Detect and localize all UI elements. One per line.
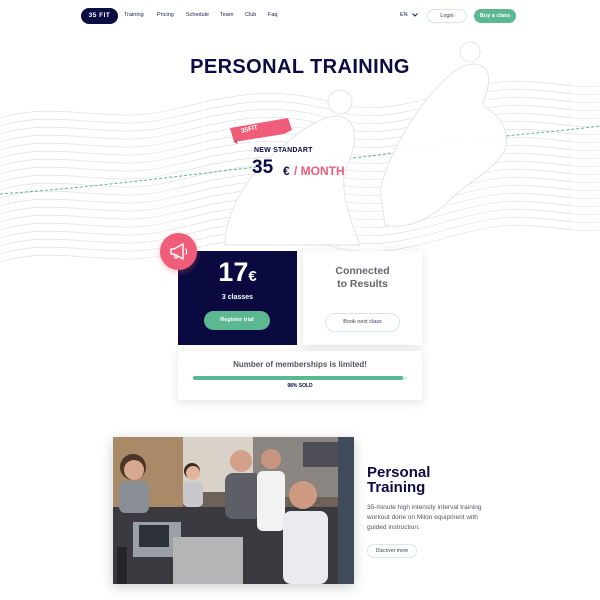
sold-percentage: 98% SOLD [287,383,313,389]
monthly-price-currency: € [283,164,290,178]
trial-price-value: 17 [218,257,249,287]
nav-link-pricing[interactable]: Pricing [157,12,174,18]
discover-more-button[interactable]: Discover more [367,544,417,558]
megaphone-icon [170,243,188,260]
monthly-price-period: / MONTH [294,164,345,178]
gym-photo-illustration [113,437,354,584]
login-button[interactable]: Login [427,9,467,23]
nav-link-schedule[interactable]: Schedule [186,12,209,18]
sold-progress-bar [193,376,407,380]
nav-link-training[interactable]: Training [124,12,144,18]
section-title-line1: Personal [367,464,431,481]
gym-photo [113,437,354,584]
nav-link-club[interactable]: Club [245,12,256,18]
section-title-line2: Training [367,479,426,496]
register-trial-button[interactable]: Register trial [204,311,270,330]
trial-classes: 3 classes [221,294,254,301]
monthly-price: 35 [252,157,274,178]
section-description: 35-minute high intensity interval traini… [367,504,482,531]
membership-limit-card: Number of memberships is limited! 98% SO… [178,351,422,400]
sold-progress-fill [193,376,403,380]
nav-link-faq[interactable]: Faq [268,12,277,18]
tagline: NEW STANDART [254,147,313,154]
membership-limit-title: Number of memberships is limited! [233,360,367,369]
connected-heading-line1: Connected [335,265,390,277]
ribbon-badge [230,118,292,144]
logo[interactable]: 35 FIT [81,8,118,24]
page-title: PERSONAL TRAINING [190,56,410,78]
buy-class-button[interactable]: Buy a class [474,9,516,23]
trial-price-currency: € [248,268,257,285]
book-next-class-button[interactable]: Book next class [325,313,400,332]
connected-heading: Connected to Results [303,265,422,291]
language-selector[interactable]: EN [400,12,408,18]
top-navigation: 35 FIT Training Pricing Schedule Team Cl… [0,0,600,34]
promo-badge [160,233,197,270]
nav-link-team[interactable]: Team [220,12,233,18]
section-title: Personal Training [367,465,487,495]
connected-heading-line2: to Results [337,278,388,290]
connected-card: Connected to Results Book next class [303,251,422,345]
chevron-down-icon[interactable] [411,11,419,19]
